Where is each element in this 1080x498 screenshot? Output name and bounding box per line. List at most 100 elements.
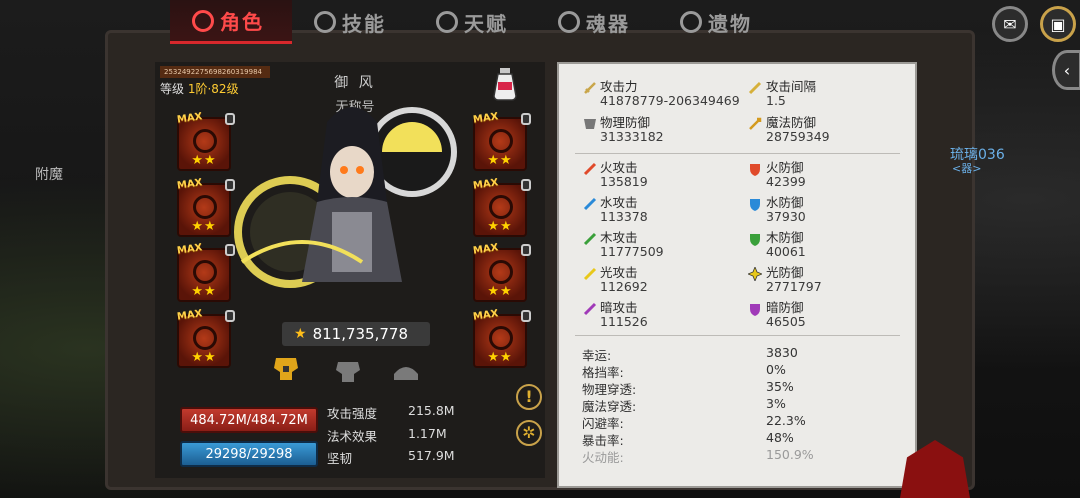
fire-attack-icon xyxy=(583,162,597,176)
star-rating: ★★ xyxy=(191,284,217,299)
stat-value: 135819 xyxy=(600,174,648,189)
equip-slot-shoulder[interactable]: MAX ★★ xyxy=(176,177,235,237)
stat-light-defense: 光防御 2771797 xyxy=(766,266,822,294)
level-prefix: 等级 xyxy=(160,82,185,96)
soul-vessel-icon xyxy=(558,11,580,33)
stat-value: 40061 xyxy=(766,244,806,259)
star-rating: ★★ xyxy=(191,350,217,365)
lock-icon[interactable] xyxy=(521,244,531,256)
skill-icon xyxy=(314,11,336,33)
stat-value: 113378 xyxy=(600,209,648,224)
stat-name: 光防御 xyxy=(766,265,804,280)
mp-value: 29298/29298 xyxy=(205,446,293,462)
stat-value: 111526 xyxy=(600,314,648,329)
wood-attack-icon xyxy=(583,232,597,246)
collapse-button[interactable]: ‹ xyxy=(1052,50,1080,90)
equip-slot-helmet[interactable]: MAX ★★ xyxy=(176,111,235,171)
fire-energy-value: 150.9% xyxy=(766,447,814,462)
magic-penetration-value: 3% xyxy=(766,396,786,411)
equip-slot-boots[interactable]: MAX ★★ xyxy=(472,242,531,302)
toughness-label: 坚韧 xyxy=(327,451,353,466)
alert-button[interactable]: ! xyxy=(516,384,542,410)
npc-sublabel: <器> xyxy=(952,162,982,175)
magic-shield-icon xyxy=(749,117,762,130)
weapon-icon xyxy=(489,129,513,153)
ring-icon xyxy=(489,326,513,350)
lock-icon[interactable] xyxy=(521,179,531,191)
tab-talents[interactable]: 天赋 xyxy=(414,0,536,44)
equip-slot-weapon[interactable]: MAX ★★ xyxy=(472,111,531,171)
tab-label: 技能 xyxy=(342,11,386,36)
light-defense-icon xyxy=(748,267,762,281)
mail-icon: ✉ xyxy=(1003,14,1017,34)
max-badge: MAX xyxy=(472,242,500,257)
stat-fire-attack: 火攻击 135819 xyxy=(600,161,648,189)
armor-set-icon[interactable] xyxy=(272,356,300,382)
chevron-left-icon: ‹ xyxy=(1063,60,1071,80)
water-attack-icon xyxy=(583,197,597,211)
level-value: 1阶·82级 xyxy=(187,82,239,96)
stat-attack-interval: 攻击间隔 1.5 xyxy=(766,80,816,108)
star-rating: ★★ xyxy=(487,153,513,168)
stat-value: 37930 xyxy=(766,209,806,224)
atom-icon: ✲ xyxy=(522,423,536,442)
stat-name: 暗防御 xyxy=(766,300,804,315)
outfit-icon[interactable] xyxy=(334,358,362,384)
tab-skills[interactable]: 技能 xyxy=(292,0,414,44)
tab-character[interactable]: 角色 xyxy=(170,0,292,44)
chest-button[interactable]: ▣ xyxy=(1040,6,1076,42)
attack-power-value: 215.8M xyxy=(408,403,455,418)
potion-icon[interactable] xyxy=(490,66,520,102)
character-portrait[interactable] xyxy=(232,92,472,302)
max-badge: MAX xyxy=(472,111,500,126)
equip-slot-ring[interactable]: MAX ★★ xyxy=(472,308,531,368)
tab-bar: 角色 技能 天赋 魂器 遗物 xyxy=(170,0,870,46)
character-level: 等级 1阶·82级 xyxy=(160,80,239,97)
lock-icon[interactable] xyxy=(521,310,531,322)
star-rating: ★★ xyxy=(191,219,217,234)
tab-label: 角色 xyxy=(220,10,264,34)
stat-value: 31333182 xyxy=(600,129,664,144)
luck-value: 3830 xyxy=(766,345,798,360)
stat-name: 物理防御 xyxy=(600,115,651,130)
character-name: 御 风 xyxy=(334,75,376,91)
dark-defense-icon xyxy=(750,304,760,316)
exclamation-icon: ! xyxy=(525,387,533,406)
equip-slot-amulet[interactable]: MAX ★★ xyxy=(176,308,235,368)
lock-icon[interactable] xyxy=(225,310,235,322)
max-badge: MAX xyxy=(472,177,500,192)
divider xyxy=(575,335,900,336)
fire-energy-label: 火动能: xyxy=(582,450,624,465)
dodge-rate-value: 22.3% xyxy=(766,413,806,428)
link-button[interactable]: ✲ xyxy=(516,420,542,446)
equip-slot-armor[interactable]: MAX ★★ xyxy=(176,242,235,302)
armor-icon xyxy=(193,260,217,284)
hp-value: 484.72M/484.72M xyxy=(190,412,308,428)
stat-name: 火攻击 xyxy=(600,160,638,175)
stat-light-attack: 光攻击 112692 xyxy=(600,266,648,294)
mail-button[interactable]: ✉ xyxy=(992,6,1028,42)
mount-icon[interactable] xyxy=(392,358,420,384)
max-badge: MAX xyxy=(176,308,204,323)
tab-relics[interactable]: 遗物 xyxy=(658,0,780,44)
stat-water-defense: 水防御 37930 xyxy=(766,196,806,224)
lock-icon[interactable] xyxy=(521,113,531,125)
tab-soul-vessel[interactable]: 魂器 xyxy=(536,0,658,44)
toughness-value: 517.9M xyxy=(408,448,455,463)
speed-icon xyxy=(748,81,762,95)
character-icon xyxy=(192,9,214,32)
stat-fire-defense: 火防御 42399 xyxy=(766,161,806,189)
armor-icon xyxy=(584,119,596,129)
water-defense-icon xyxy=(750,199,760,211)
sword-icon xyxy=(584,82,596,94)
stat-value: 42399 xyxy=(766,174,806,189)
combat-power-value: 811,735,778 xyxy=(312,325,408,343)
stat-magic-defense: 魔法防御 28759349 xyxy=(766,116,830,144)
stat-wood-defense: 木防御 40061 xyxy=(766,231,806,259)
relic-icon xyxy=(680,11,702,33)
stat-name: 火防御 xyxy=(766,160,804,175)
stat-dark-attack: 暗攻击 111526 xyxy=(600,301,648,329)
stat-value: 41878779-206349469 xyxy=(600,93,740,108)
equip-slot-gloves[interactable]: MAX ★★ xyxy=(472,177,531,237)
stat-water-attack: 水攻击 113378 xyxy=(600,196,648,224)
